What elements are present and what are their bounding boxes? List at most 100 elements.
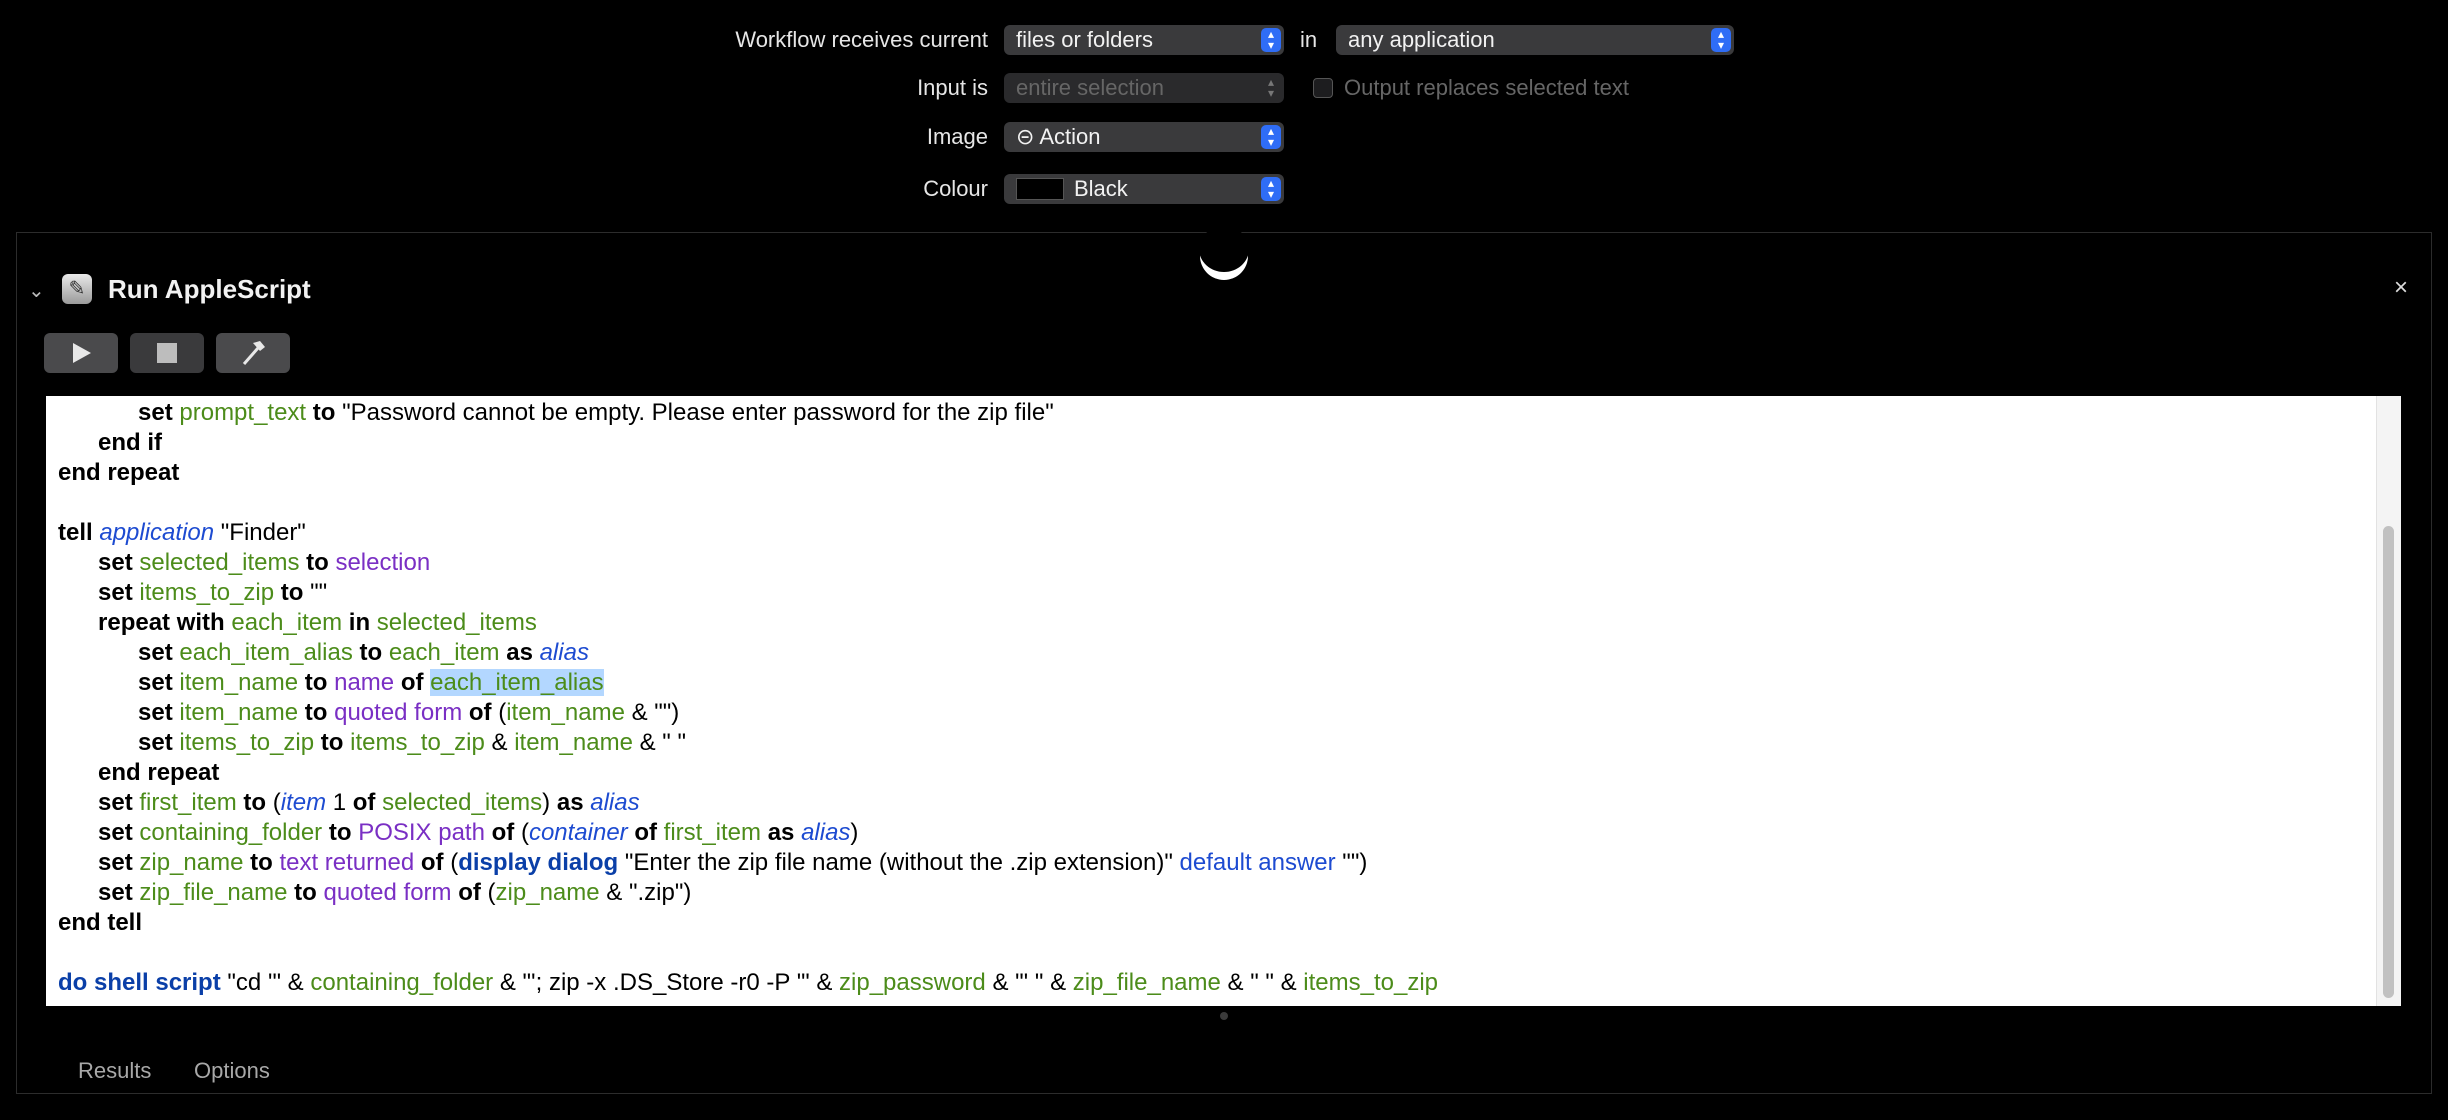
code-token: & "' " &: [985, 969, 1073, 996]
code-token: end repeat: [58, 459, 180, 486]
script-editor[interactable]: set prompt_text to "Password cannot be e…: [46, 396, 2400, 1006]
editor-scrollbar-thumb[interactable]: [2383, 526, 2394, 998]
code-token: name: [334, 669, 395, 696]
code-token: ): [542, 789, 557, 816]
select-stepper-icon: ▴ ▾: [1261, 177, 1281, 201]
code-token: set: [138, 669, 180, 696]
close-icon[interactable]: ×: [2394, 274, 2408, 302]
colour-select[interactable]: Black ▴ ▾: [1004, 174, 1284, 204]
code-token: end tell: [58, 909, 143, 936]
compile-button[interactable]: [216, 333, 290, 373]
code-line: set each_item_alias to each_item as alia…: [58, 638, 1438, 668]
code-token: to: [352, 639, 389, 666]
chevron-down-icon[interactable]: ⌄: [28, 278, 45, 303]
code-token: alias: [539, 639, 589, 666]
select-stepper-icon: ▴ ▾: [1261, 28, 1281, 52]
colour-label: Colour: [923, 176, 988, 201]
stop-button[interactable]: [130, 333, 204, 373]
code-token: container: [528, 819, 628, 846]
code-line: repeat with each_item in selected_items: [58, 608, 1438, 638]
resize-handle[interactable]: [1220, 1012, 1228, 1020]
code-token: of: [451, 879, 488, 906]
code-token: item_name: [506, 699, 625, 726]
code-token: application: [99, 519, 215, 546]
play-icon: [73, 343, 91, 363]
code-line: end if: [58, 428, 1438, 458]
code-token: selection: [335, 549, 431, 576]
code-line: set items_to_zip to "": [58, 578, 1438, 608]
receives-type-value: files or folders: [1016, 27, 1153, 52]
code-line: set items_to_zip to items_to_zip & item_…: [58, 728, 1438, 758]
code-token: set: [98, 789, 140, 816]
code-token: "": [310, 579, 328, 606]
colour-swatch: [1016, 178, 1064, 200]
code-token: ): [850, 819, 859, 846]
action-title: Run AppleScript: [108, 274, 311, 304]
run-button[interactable]: [44, 333, 118, 373]
code-line: set item_name to name of each_item_alias: [58, 668, 1438, 698]
code-token: set: [98, 849, 140, 876]
code-token: item_name: [514, 729, 633, 756]
code-token: & " ": [632, 729, 686, 756]
in-label: in: [1300, 27, 1318, 52]
code-token: of: [394, 669, 431, 696]
code-token: item_name: [179, 669, 299, 696]
image-select[interactable]: ⊝ Action ▴ ▾: [1004, 122, 1284, 152]
code-token: set: [98, 579, 140, 606]
code-line: do shell script "cd '" & containing_fold…: [58, 968, 1438, 998]
code-token: set: [98, 879, 140, 906]
tab-results[interactable]: Results: [78, 1058, 151, 1084]
code-token: to: [322, 819, 359, 846]
code-token: first_item: [663, 819, 762, 846]
code-token: in: [342, 609, 377, 636]
code-token: containing_folder: [139, 819, 323, 846]
code-token: zip_file_name: [139, 879, 288, 906]
receives-type-select[interactable]: files or folders ▴ ▾: [1004, 25, 1284, 55]
code-token: items_to_zip: [1303, 969, 1438, 996]
image-label: Image: [926, 124, 988, 149]
application-select[interactable]: any application ▴ ▾: [1336, 25, 1734, 55]
code-token: each_item: [231, 609, 343, 636]
code-line: tell application "Finder": [58, 518, 1438, 548]
image-value: ⊝ Action: [1016, 124, 1101, 149]
code-token: zip_password: [839, 969, 986, 996]
code-token: item: [280, 789, 327, 816]
code-token: set: [138, 639, 180, 666]
code-token: ""): [1335, 849, 1368, 876]
application-value: any application: [1348, 27, 1495, 52]
select-stepper-icon: ▴ ▾: [1267, 75, 1275, 100]
code-token: "Finder": [214, 519, 306, 546]
code-token: zip_name: [495, 879, 600, 906]
code-token: prompt_text: [179, 399, 307, 426]
script-editor-icon: ✎: [62, 274, 92, 304]
code-line: set zip_name to text returned of (displa…: [58, 848, 1438, 878]
code-token: containing_folder: [310, 969, 494, 996]
select-stepper-icon: ▴ ▾: [1261, 125, 1281, 149]
code-token: alias: [801, 819, 851, 846]
output-replaces-label: Output replaces selected text: [1344, 75, 1629, 100]
code-line: end tell: [58, 908, 1438, 938]
code-token: (: [498, 699, 507, 726]
code-token: to: [243, 849, 280, 876]
tab-options[interactable]: Options: [194, 1058, 270, 1084]
code-token: to: [298, 669, 335, 696]
code-line: set first_item to (item 1 of selected_it…: [58, 788, 1438, 818]
output-replaces-checkbox[interactable]: [1313, 78, 1333, 98]
workflow-receives-label: Workflow receives current: [735, 27, 988, 52]
code-token: set: [98, 549, 140, 576]
input-select[interactable]: entire selection ▴ ▾: [1004, 73, 1284, 103]
code-token: of: [414, 849, 451, 876]
code-token: POSIX path: [358, 819, 485, 846]
script-code: set prompt_text to "Password cannot be e…: [58, 398, 1438, 998]
code-token: items_to_zip: [350, 729, 485, 756]
colour-value: Black: [1074, 176, 1128, 201]
